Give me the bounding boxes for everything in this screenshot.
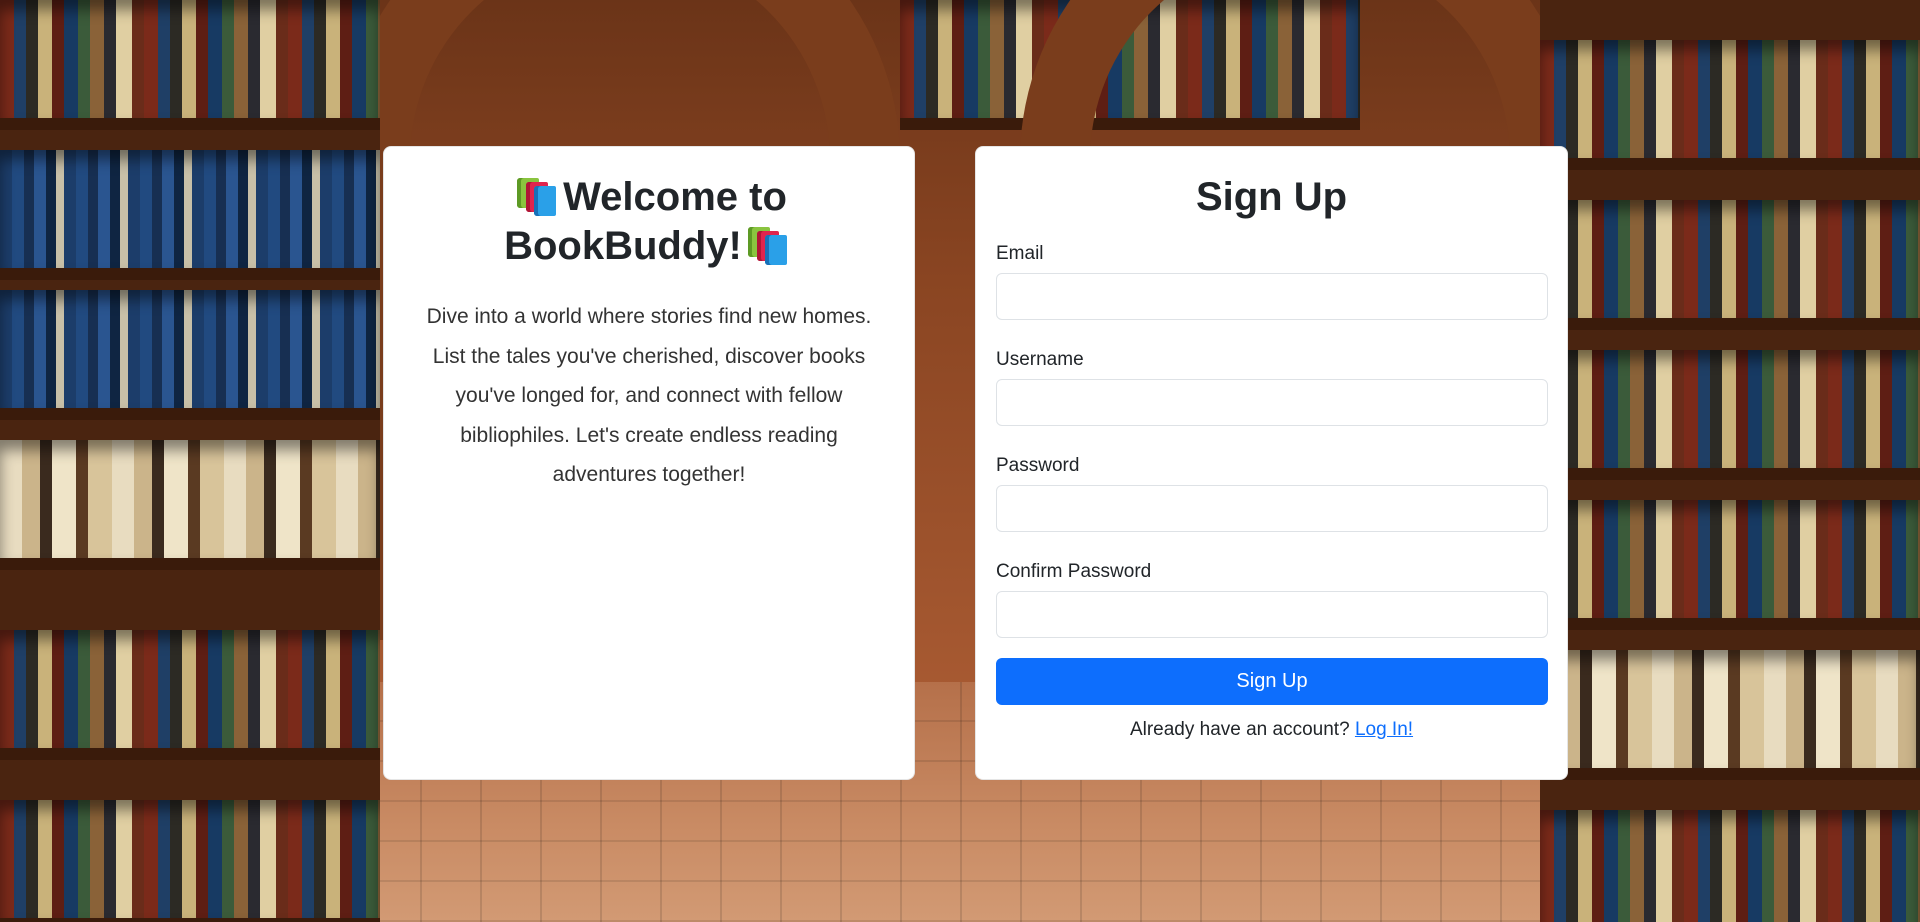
login-prompt-line: Already have an account? Log In! [996,719,1547,741]
signup-button[interactable]: Sign Up [996,658,1548,705]
books-icon [746,227,790,265]
signup-card: Sign Up Email Username Password Confirm … [975,146,1568,780]
welcome-description: Dive into a world where stories find new… [426,305,872,486]
login-prompt-text: Already have an account? [1129,719,1350,740]
confirm-password-field-group: Confirm Password [996,559,1548,638]
login-link[interactable]: Log In! [1355,719,1413,740]
password-input[interactable] [996,485,1548,532]
email-label: Email [996,243,1044,264]
welcome-card: Welcome to BookBuddy! Dive into a world … [383,146,915,780]
email-input[interactable] [996,273,1548,320]
confirm-password-label: Confirm Password [996,561,1152,582]
welcome-title-line2: BookBuddy! [504,224,742,268]
username-input[interactable] [996,379,1548,426]
username-field-group: Username [996,347,1548,426]
welcome-title: Welcome to BookBuddy! [412,173,886,271]
welcome-title-line1: Welcome to [563,175,787,219]
email-field-group: Email [996,241,1548,320]
password-label: Password [996,455,1080,476]
signup-title: Sign Up [1195,175,1348,219]
signup-form: Email Username Password Confirm Password… [996,241,1548,705]
library-background [0,0,1920,922]
books-icon [515,178,559,216]
password-field-group: Password [996,453,1548,532]
confirm-password-input[interactable] [996,591,1548,638]
background-shelf-right [1540,0,1920,922]
background-shelf-left [0,0,380,922]
username-label: Username [996,349,1084,370]
